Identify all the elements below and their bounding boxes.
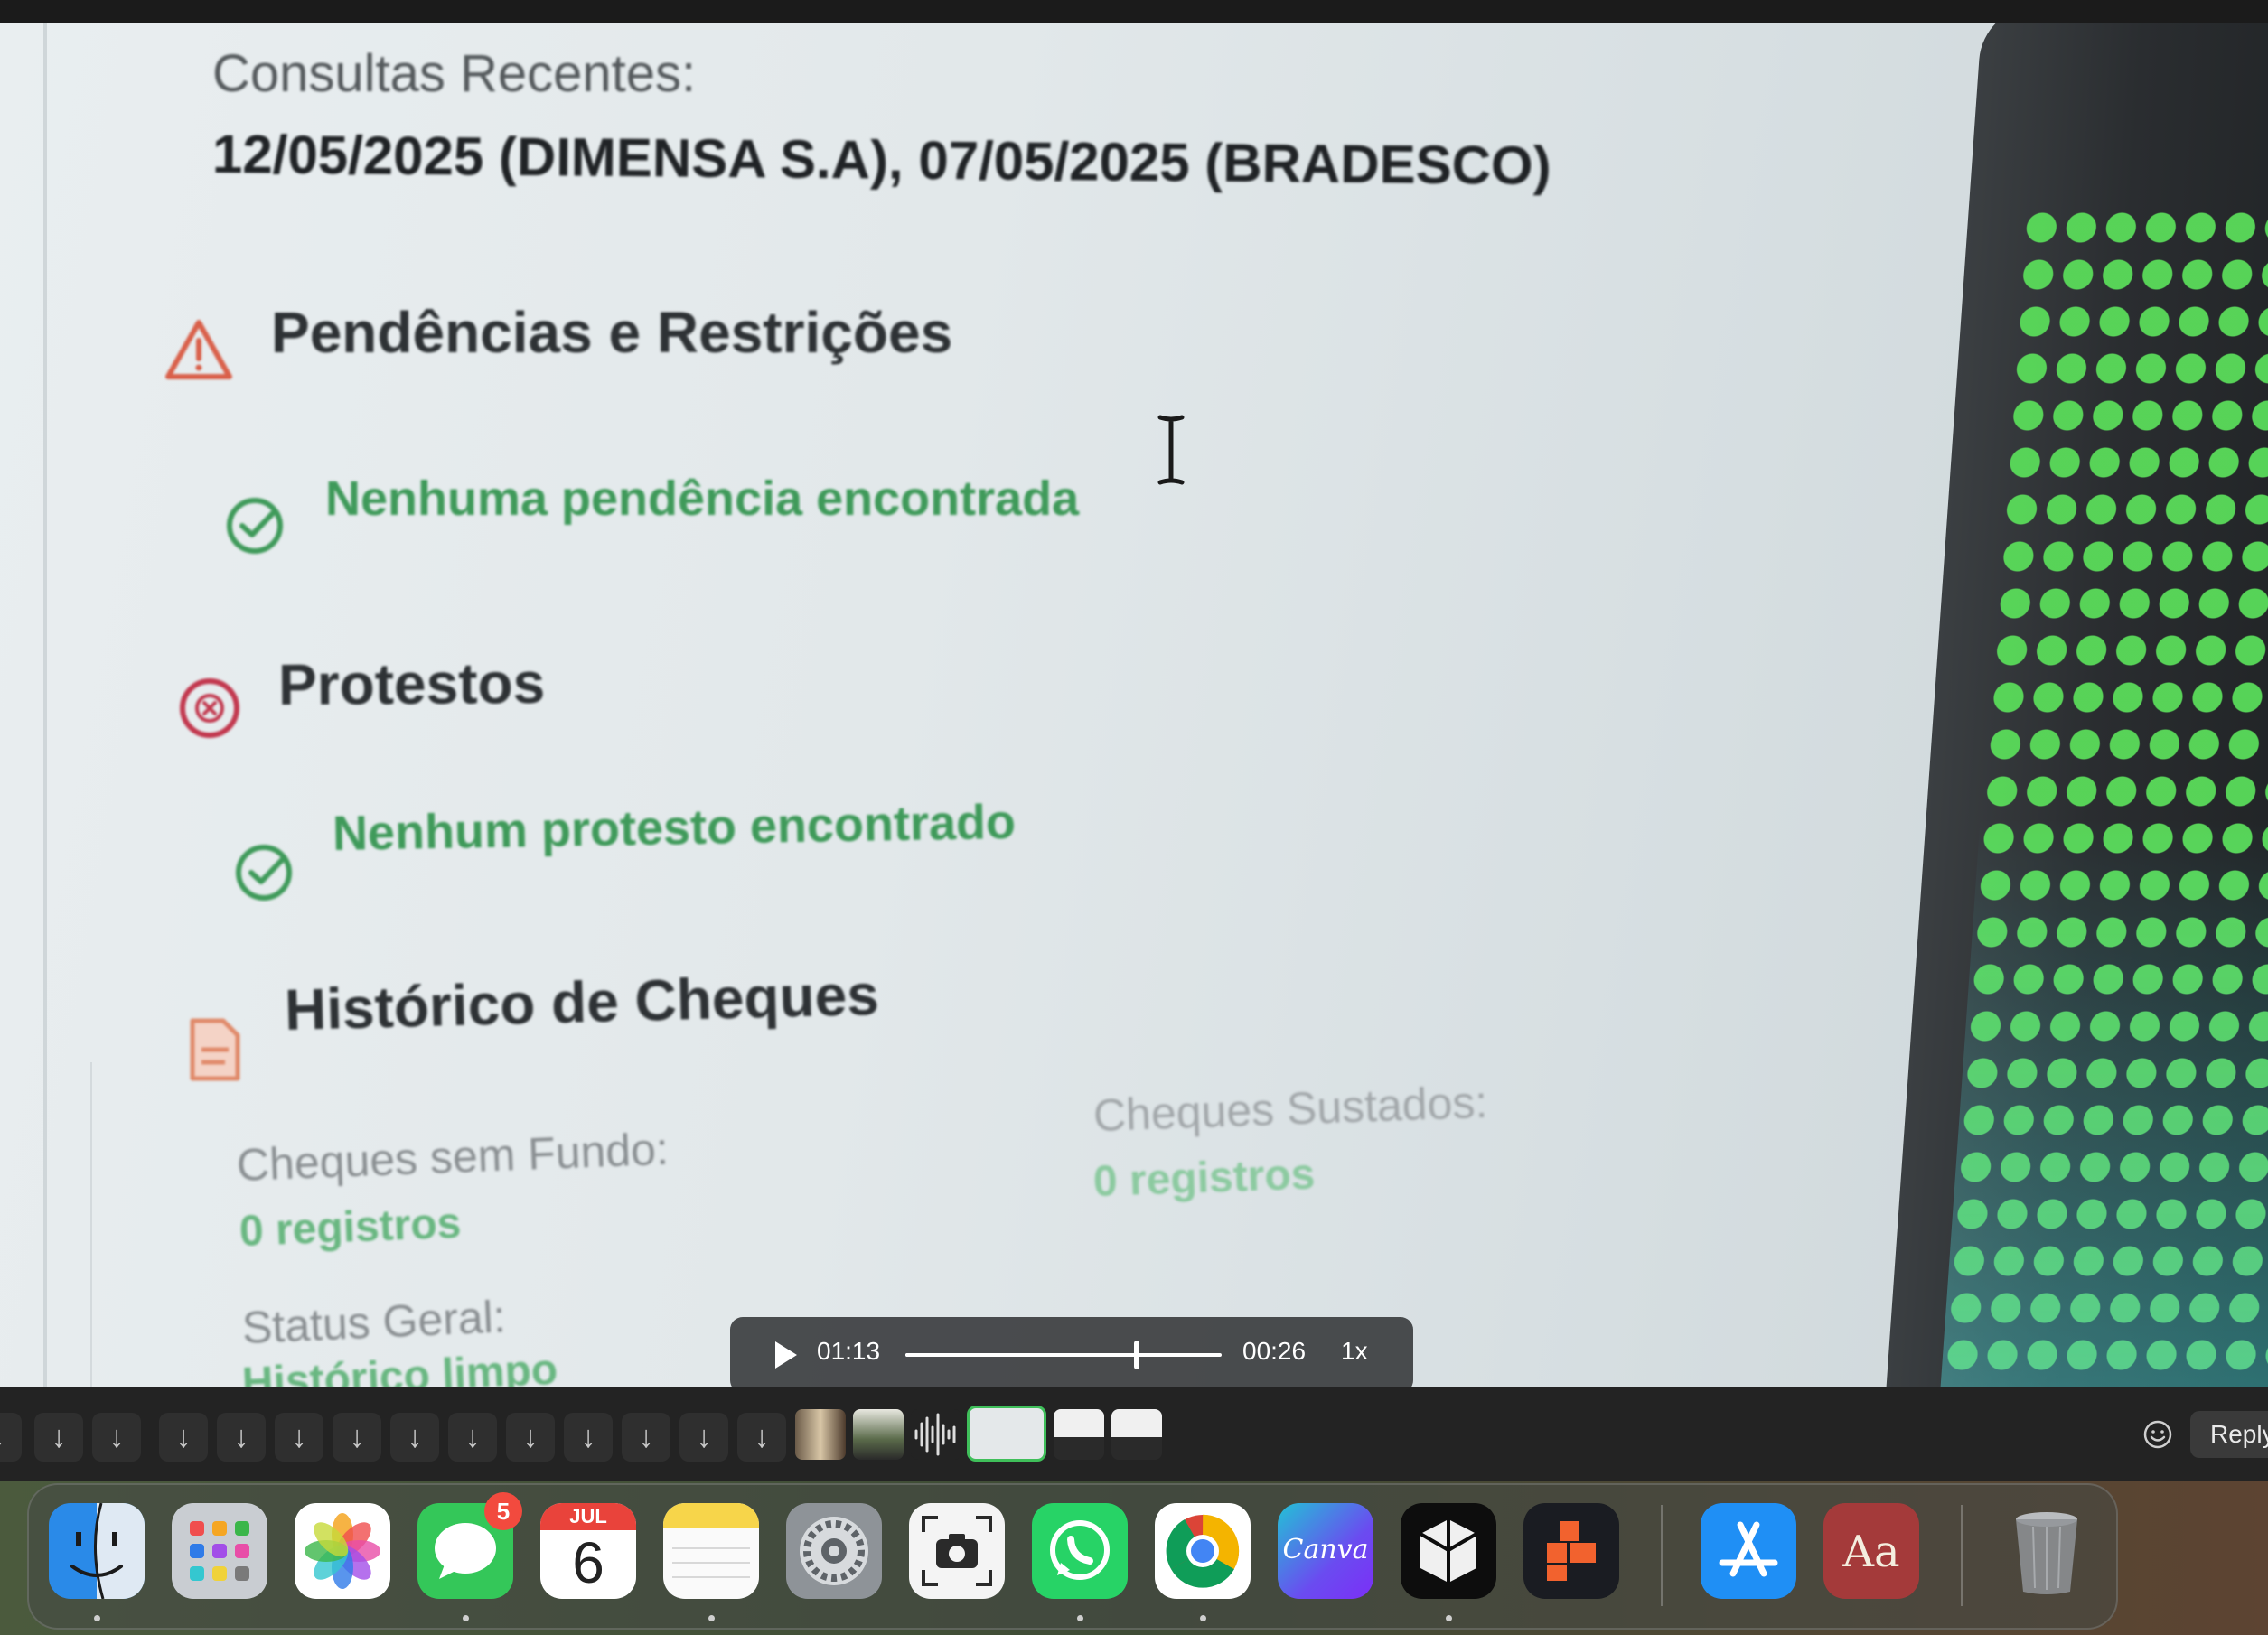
- elapsed-time: 01:13: [817, 1337, 881, 1365]
- playback-speed-button[interactable]: 1x: [1341, 1337, 1368, 1366]
- photo-thumbnail[interactable]: [795, 1409, 846, 1460]
- dictionary-icon[interactable]: Aa: [1823, 1503, 1919, 1599]
- scrubber-progress: [905, 1353, 1137, 1357]
- finder-icon[interactable]: [49, 1503, 145, 1599]
- document-icon: [190, 1018, 240, 1081]
- launchpad-icon[interactable]: [172, 1503, 267, 1599]
- running-indicator: [1200, 1615, 1206, 1621]
- emoji-reaction-icon[interactable]: [2140, 1416, 2176, 1453]
- cube-app-icon[interactable]: [1401, 1503, 1496, 1599]
- protest-x-circle-icon: [180, 678, 239, 738]
- check-circle-icon: [227, 498, 283, 554]
- blocks-app-icon[interactable]: [1523, 1503, 1619, 1599]
- status-geral-label: Status Geral:: [240, 1291, 507, 1353]
- download-button[interactable]: ↓: [217, 1413, 266, 1462]
- warning-icon: [165, 320, 232, 379]
- menu-bar: [0, 0, 2268, 23]
- running-indicator: [463, 1615, 469, 1621]
- screenshot-thumbnail[interactable]: [1054, 1409, 1104, 1460]
- video-scrubber[interactable]: [905, 1341, 1222, 1369]
- notes-icon[interactable]: [663, 1503, 759, 1599]
- pendencias-status: Nenhuma pendência encontrada: [325, 472, 1080, 526]
- dock-separator: [1661, 1505, 1663, 1606]
- screenshot-app-icon[interactable]: [909, 1503, 1005, 1599]
- recent-queries-value: 12/05/2025 (DIMENSA S.A), 07/05/2025 (BR…: [211, 124, 1551, 196]
- check-circle-icon: [236, 845, 292, 901]
- download-button[interactable]: ↓: [737, 1413, 786, 1462]
- protestos-status: Nenhum protesto encontrado: [332, 794, 1017, 861]
- text-cursor-icon: [1157, 415, 1185, 485]
- canva-label: Canva: [1282, 1534, 1369, 1565]
- download-button[interactable]: ↓: [506, 1413, 555, 1462]
- cheques-title: Histórico de Cheques: [284, 961, 880, 1042]
- dock-separator: [1961, 1505, 1963, 1606]
- photos-icon[interactable]: [295, 1503, 390, 1599]
- messages-badge: 5: [484, 1492, 522, 1530]
- video-controls: 01:13 00:26 1x: [730, 1317, 1413, 1387]
- protestos-title: Protestos: [277, 649, 546, 717]
- screenshot-thumbnail[interactable]: [1111, 1409, 1162, 1460]
- pendencias-title: Pendências e Restrições: [271, 300, 953, 365]
- chrome-icon[interactable]: [1155, 1503, 1251, 1599]
- speaker-led-glow: [1938, 818, 2268, 1387]
- download-button[interactable]: ↓: [0, 1413, 22, 1462]
- running-indicator: [94, 1615, 100, 1621]
- download-button[interactable]: ↓: [333, 1413, 381, 1462]
- system-settings-icon[interactable]: [786, 1503, 882, 1599]
- app-store-icon[interactable]: [1701, 1503, 1796, 1599]
- cheques-sem-fundo-value: 0 registros: [238, 1199, 463, 1256]
- download-button[interactable]: ↓: [92, 1413, 141, 1462]
- running-indicator: [1077, 1615, 1083, 1621]
- download-button[interactable]: ↓: [448, 1413, 497, 1462]
- calendar-month: JUL: [540, 1503, 636, 1530]
- download-button[interactable]: ↓: [564, 1413, 613, 1462]
- play-icon[interactable]: [766, 1337, 802, 1373]
- download-button[interactable]: ↓: [622, 1413, 670, 1462]
- calendar-icon[interactable]: JUL 6: [540, 1503, 636, 1599]
- cheques-sustados-label: Cheques Sustados:: [1092, 1076, 1489, 1141]
- audio-waveform-icon[interactable]: [911, 1409, 961, 1460]
- scrubber-thumb[interactable]: [1133, 1341, 1139, 1369]
- running-indicator: [708, 1615, 715, 1621]
- remaining-time: 00:26: [1242, 1337, 1307, 1365]
- cheques-sem-fundo-label: Cheques sem Fundo:: [235, 1123, 670, 1191]
- trash-icon[interactable]: [1999, 1503, 2095, 1599]
- running-indicator: [1446, 1615, 1452, 1621]
- download-button[interactable]: ↓: [159, 1413, 208, 1462]
- dock: 5 JUL 6 Canva Aa: [27, 1483, 2118, 1630]
- download-button[interactable]: ↓: [275, 1413, 323, 1462]
- photo-thumbnail[interactable]: [853, 1409, 904, 1460]
- reply-button[interactable]: Reply: [2190, 1411, 2268, 1458]
- selected-video-thumbnail[interactable]: [967, 1406, 1046, 1462]
- recent-queries-label: Consultas Recentes:: [212, 44, 697, 103]
- download-button[interactable]: ↓: [390, 1413, 439, 1462]
- download-button[interactable]: ↓: [34, 1413, 83, 1462]
- dictionary-label: Aa: [1842, 1527, 1900, 1577]
- calendar-day: 6: [572, 1530, 604, 1595]
- whatsapp-icon[interactable]: [1032, 1503, 1128, 1599]
- cheques-sustados-value: 0 registros: [1092, 1150, 1317, 1206]
- download-button[interactable]: ↓: [679, 1413, 728, 1462]
- attachment-strip: ↓ ↓ ↓ ↓ ↓ ↓ ↓ ↓ ↓ ↓ ↓ ↓ ↓ ↓ Reply: [0, 1387, 2268, 1481]
- video-frame[interactable]: Consultas Recentes: 12/05/2025 (DIMENSA …: [0, 23, 2268, 1387]
- canva-icon[interactable]: Canva: [1278, 1503, 1373, 1599]
